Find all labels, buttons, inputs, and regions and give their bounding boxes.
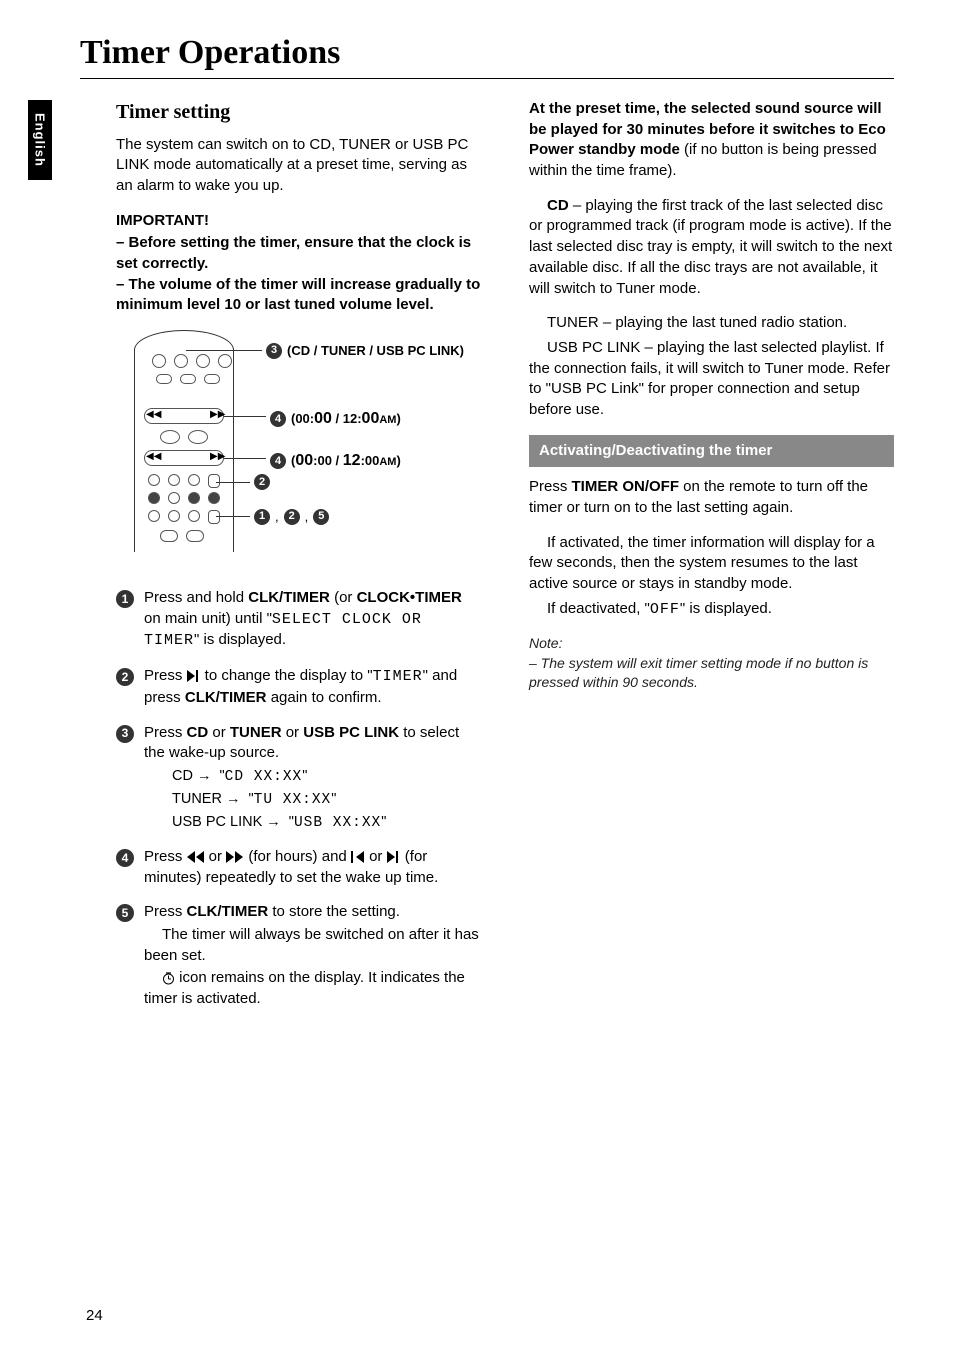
diagram-step-4a-badge: 4 [270,411,286,427]
act-b3-seg: OFF [650,601,680,618]
usb-label-2: USB PC Link [551,380,639,397]
note-heading: Note: [529,634,894,653]
diagram-step-3-label: (CD / TUNER / USB PC LINK) [287,342,464,360]
step-2-mid: to change the display to " [201,667,373,684]
step-4-mid3: or [365,848,387,865]
step-1-mid: (or [330,589,357,606]
step-3-seg-cd: CD XX:XX [225,769,303,785]
act-body2-text: If activated, the timer information will… [529,534,875,592]
step-3-b3: USB PC LINK [303,724,399,741]
tuner-paragraph: TUNER – playing the last tuned radio sta… [529,313,894,334]
step-5-b1: CLK/TIMER [187,903,269,920]
important-bullet-2: – The volume of the timer will increase … [116,275,481,316]
activate-paragraph: Press TIMER ON/OFF on the remote to turn… [529,477,894,518]
ffwd-icon [226,851,244,863]
step-3-line-tuner: TUNER→ "TU XX:XX" [172,789,481,810]
act-b: TIMER ON/OFF [572,478,680,495]
cd-rest: – playing the first track of the last se… [529,197,892,297]
step-2-post: again to confirm. [267,689,382,706]
step-3-line-usb: USB PC LINK→ "USB XX:XX" [172,812,481,833]
step-5-pre: Press [144,903,187,920]
diagram-step-4a-label: (00:00 / 12:00AM) [291,408,401,430]
cd-label: CD [547,197,569,214]
usb-paragraph: USB PC LINK – playing the last selected … [529,338,894,421]
step-3-b2: TUNER [230,724,282,741]
note-block: Note: – The system will exit timer setti… [529,634,894,692]
cd-paragraph: CD – playing the first track of the last… [529,196,894,299]
diagram-step-2-badge: 2 [254,474,270,490]
next-icon [187,670,201,682]
step-5-num: 5 [116,904,134,922]
step-5-post: to store the setting. [268,903,400,920]
step-2-b1: CLK/TIMER [185,689,267,706]
step-2-seg: TIMER [373,668,423,685]
step-3-seg-usb: USB XX:XX [294,815,381,831]
left-column: Timer setting The system can switch on t… [116,99,481,1024]
diagram-step-4b-badge: 4 [270,453,286,469]
diagram-badge-1: 1 [254,509,270,525]
step-4-pre: Press [144,848,187,865]
rewind-icon [187,851,205,863]
page-number: 24 [86,1307,103,1324]
tuner-label: TUNER [547,314,599,331]
steps-list: 1 Press and hold CLK/TIMER (or CLOCK•TIM… [116,588,481,1010]
step-4-num: 4 [116,849,134,867]
step-4-mid1: or [205,848,227,865]
act-b3-post: " is displayed. [680,600,772,617]
step-4-mid2: (for hours) and [244,848,351,865]
step-3-seg-tuner: TU XX:XX [254,792,332,808]
clock-timer-icon [162,972,175,985]
diagram-step-4b-label: (00:00 / 12:00AM) [291,450,401,472]
section-heading-timer-setting: Timer setting [116,99,481,127]
note-body: – The system will exit timer setting mod… [529,654,894,693]
diagram-badge-5: 5 [313,509,329,525]
step-5-body3: icon remains on the display. It indicate… [144,969,465,1007]
step-4: 4 Press or (for hours) and or (for minut… [116,847,481,888]
step-1-post: " is displayed. [194,631,286,648]
remote-diagram: ◀◀ ▶▶ ◀◀ ▶▶ [116,330,476,570]
title-rule [80,78,894,79]
step-1-num: 1 [116,590,134,608]
step-3-src-cd: CD [172,768,193,784]
important-block: IMPORTANT! – Before setting the timer, e… [116,211,481,316]
page-title: Timer Operations [80,34,894,72]
step-5: 5 Press CLK/TIMER to store the setting. … [116,902,481,1009]
diagram-badge-2: 2 [284,509,300,525]
step-1-b2: CLOCK•TIMER [357,589,462,606]
step-5-body2: The timer will always be switched on aft… [144,926,479,964]
activate-body3: If deactivated, "OFF" is displayed. [529,599,894,621]
step-3-or1: or [208,724,230,741]
usb-label: USB PC LINK [547,339,640,356]
step-3-src-usb: USB PC LINK [172,814,262,830]
step-3-b1: CD [187,724,209,741]
preset-time-paragraph: At the preset time, the selected sound s… [529,99,894,182]
step-2-num: 2 [116,668,134,686]
diagram-step-3-badge: 3 [266,343,282,359]
next-icon-2 [387,851,401,863]
step-1: 1 Press and hold CLK/TIMER (or CLOCK•TIM… [116,588,481,652]
step-3-pre: Press [144,724,187,741]
important-heading: IMPORTANT! [116,211,481,232]
tuner-rest: – playing the last tuned radio station. [599,314,848,331]
step-3-src-tuner: TUNER [172,791,222,807]
important-bullet-1: – Before setting the timer, ensure that … [116,233,481,274]
act-b3-pre: If deactivated, " [547,600,650,617]
step-1-mid2: on main unit) until " [144,610,272,627]
step-1-b1: CLK/TIMER [248,589,330,606]
step-1-pre: Press and hold [144,589,248,606]
language-tab: English [28,100,52,180]
act-pre: Press [529,478,572,495]
step-3: 3 Press CD or TUNER or USB PC LINK to se… [116,723,481,833]
step-3-or2: or [282,724,304,741]
step-2: 2 Press to change the display to "TIMER"… [116,666,481,708]
activate-body2: If activated, the timer information will… [529,533,894,595]
right-column: At the preset time, the selected sound s… [529,99,894,1024]
step-3-num: 3 [116,725,134,743]
step-2-pre: Press [144,667,187,684]
prev-icon [351,851,365,863]
intro-paragraph: The system can switch on to CD, TUNER or… [116,135,481,197]
step-3-line-cd: CD→ "CD XX:XX" [172,766,481,787]
section-bar-activating: Activating/Deactivating the timer [529,435,894,468]
